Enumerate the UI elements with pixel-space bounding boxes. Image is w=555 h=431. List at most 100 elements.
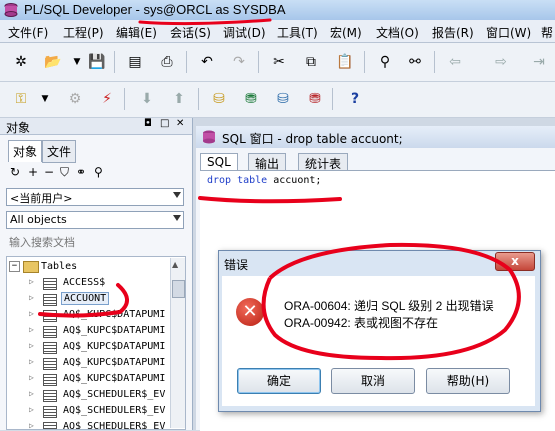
refresh-icon[interactable]: ↻ <box>10 165 20 179</box>
expand-icon[interactable]: ▷ <box>29 389 34 398</box>
add-icon[interactable]: + <box>28 165 38 179</box>
toolbar-separator <box>198 88 199 110</box>
execute-down-icon[interactable]: ⬇ <box>136 88 158 110</box>
key-icon[interactable]: ⚿ <box>10 88 32 110</box>
connection-string: sys@ORCL as SYSDBA <box>143 2 286 17</box>
panel-title: 对象 <box>6 121 31 135</box>
expand-icon[interactable]: ▷ <box>29 277 34 286</box>
error-line-2: ORA-00942: 表或视图不存在 <box>284 316 439 330</box>
pin-icon[interactable]: ◘ <box>144 118 152 129</box>
close-icon[interactable]: ✕ <box>176 118 184 129</box>
user-combo[interactable]: <当前用户> <box>6 188 184 206</box>
toolbar-main: ✲ 📂 ▼ 💾 ▤ ⎙ ↶ ↷ ✂ ⧉ 📋 ⚲ ⚯ ⇦ ⇨ ⇥ <box>0 43 555 82</box>
sql-identifier: accuont; <box>267 175 322 186</box>
dropdown-arrow-icon[interactable]: ▼ <box>34 88 56 110</box>
rollback-icon[interactable]: ⛃ <box>304 88 326 110</box>
undo-icon[interactable]: ↶ <box>196 51 218 73</box>
menu-help[interactable]: 帮 <box>541 24 553 41</box>
sql-window-icon[interactable]: ⛃ <box>240 88 262 110</box>
help-button[interactable]: 帮助(H) <box>426 368 510 394</box>
forward-icon[interactable]: ⇨ <box>490 51 512 73</box>
copy-icon[interactable]: ⧉ <box>300 51 322 73</box>
expand-icon[interactable]: ▷ <box>29 325 34 334</box>
dialog-close-button[interactable]: x <box>495 252 535 271</box>
menu-document[interactable]: 文档(O) <box>376 24 419 41</box>
expand-icon[interactable]: ▷ <box>29 405 34 414</box>
objects-combo[interactable]: All objects <box>6 211 184 229</box>
compare-icon[interactable]: ⚭ <box>76 165 86 179</box>
toolbar-separator <box>258 51 259 73</box>
expand-icon[interactable]: ▷ <box>29 341 34 350</box>
paste-icon[interactable]: 📋 <box>334 51 356 73</box>
menu-report[interactable]: 报告(R) <box>432 24 474 41</box>
menu-edit[interactable]: 编辑(E) <box>116 24 157 41</box>
table-icon <box>43 422 57 429</box>
sql-keyword: drop table <box>207 175 268 186</box>
cancel-button[interactable]: 取消 <box>331 368 415 394</box>
toolbar-secondary: ⚿ ▼ ⚙ ⚡ ⬇ ⬆ ⛁ ⛃ ⛁ ⛃ ? <box>0 82 555 118</box>
tree-scrollbar[interactable]: ▲ <box>170 258 185 428</box>
tree-item-label: AQ$_KUPC$DATAPUMI <box>63 373 166 384</box>
menu-tools[interactable]: 工具(T) <box>277 24 318 41</box>
tree-item-label: ACCESS$ <box>63 277 106 288</box>
menu-file[interactable]: 文件(F) <box>8 24 48 41</box>
redo-icon[interactable]: ↷ <box>228 51 250 73</box>
menu-project[interactable]: 工程(P) <box>63 24 104 41</box>
objects-combo-value: All objects <box>10 213 67 226</box>
menu-bar: 文件(F) 工程(P) 编辑(E) 会话(S) 调试(D) 工具(T) 宏(M)… <box>0 20 555 43</box>
tree-item-label: AQ$_KUPC$DATAPUMI <box>63 357 166 368</box>
toolbar-separator <box>434 51 435 73</box>
expand-icon[interactable]: ▷ <box>29 357 34 366</box>
menu-debug[interactable]: 调试(D) <box>223 24 266 41</box>
find-binoculars-icon[interactable]: ⚲ <box>374 51 396 73</box>
open-folder-icon[interactable]: 📂 <box>42 51 64 73</box>
tree-item-label: AQ$_SCHEDULER$_EV <box>63 389 166 400</box>
table-icon <box>43 406 57 418</box>
dropdown-arrow-icon[interactable]: ▼ <box>66 51 88 73</box>
expand-icon[interactable]: ▷ <box>29 421 34 429</box>
ok-button[interactable]: 确定 <box>237 368 321 394</box>
tab-files[interactable]: 文件 <box>42 140 77 163</box>
error-line-1: ORA-00604: 递归 SQL 级别 2 出现错误 <box>284 299 494 313</box>
tree-folder-label: Tables <box>41 261 78 272</box>
back-icon[interactable]: ⇦ <box>444 51 466 73</box>
scroll-up-icon[interactable]: ▲ <box>172 260 178 269</box>
tab-objects[interactable]: 对象 <box>8 140 43 162</box>
title-separator: - <box>131 2 144 17</box>
minimize-icon[interactable]: □ <box>160 118 169 129</box>
search-input[interactable] <box>6 234 184 252</box>
object-tree: − Tables ▷ ACCESS$ ▷ ACCUONT ▷ AQ$_KUPC$DAT… <box>6 256 186 430</box>
disconnect-icon[interactable]: ⚡ <box>96 88 118 110</box>
expand-icon[interactable]: ▷ <box>29 293 34 302</box>
execute-up-icon[interactable]: ⬆ <box>168 88 190 110</box>
delete-icon[interactable]: − <box>44 165 54 179</box>
toolbar-separator <box>186 51 187 73</box>
table-icon <box>43 294 57 306</box>
collapse-icon[interactable]: − <box>9 261 20 272</box>
app-name: PL/SQL Developer <box>24 2 132 17</box>
save-icon[interactable]: 💾 <box>86 51 108 73</box>
toolbar-separator <box>124 88 125 110</box>
expand-icon[interactable]: ▷ <box>29 373 34 382</box>
replace-icon[interactable]: ⚯ <box>404 51 426 73</box>
print-preview-icon[interactable]: ▤ <box>124 51 146 73</box>
filter-icon[interactable]: ⛉ <box>60 165 69 180</box>
menu-session[interactable]: 会话(S) <box>170 24 211 41</box>
menu-macro[interactable]: 宏(M) <box>330 24 362 41</box>
gear-icon[interactable]: ⚙ <box>64 88 86 110</box>
cut-icon[interactable]: ✂ <box>268 51 290 73</box>
menu-window[interactable]: 窗口(W) <box>486 24 531 41</box>
indent-icon[interactable]: ⇥ <box>528 51 550 73</box>
scroll-thumb[interactable] <box>172 280 185 298</box>
table-icon <box>43 374 57 386</box>
dialog-title-bar: 错误 <box>218 250 539 276</box>
chevron-down-icon <box>173 215 181 221</box>
find-icon[interactable]: ⚲ <box>94 165 103 179</box>
print-icon[interactable]: ⎙ <box>156 51 178 73</box>
commit-icon[interactable]: ⛁ <box>272 88 294 110</box>
help-icon[interactable]: ? <box>344 88 366 110</box>
tree-item-label: AQ$_KUPC$DATAPUMI <box>63 325 166 336</box>
db-execute-icon[interactable]: ⛁ <box>208 88 230 110</box>
new-icon[interactable]: ✲ <box>10 51 32 73</box>
expand-icon[interactable]: ▷ <box>29 309 34 318</box>
